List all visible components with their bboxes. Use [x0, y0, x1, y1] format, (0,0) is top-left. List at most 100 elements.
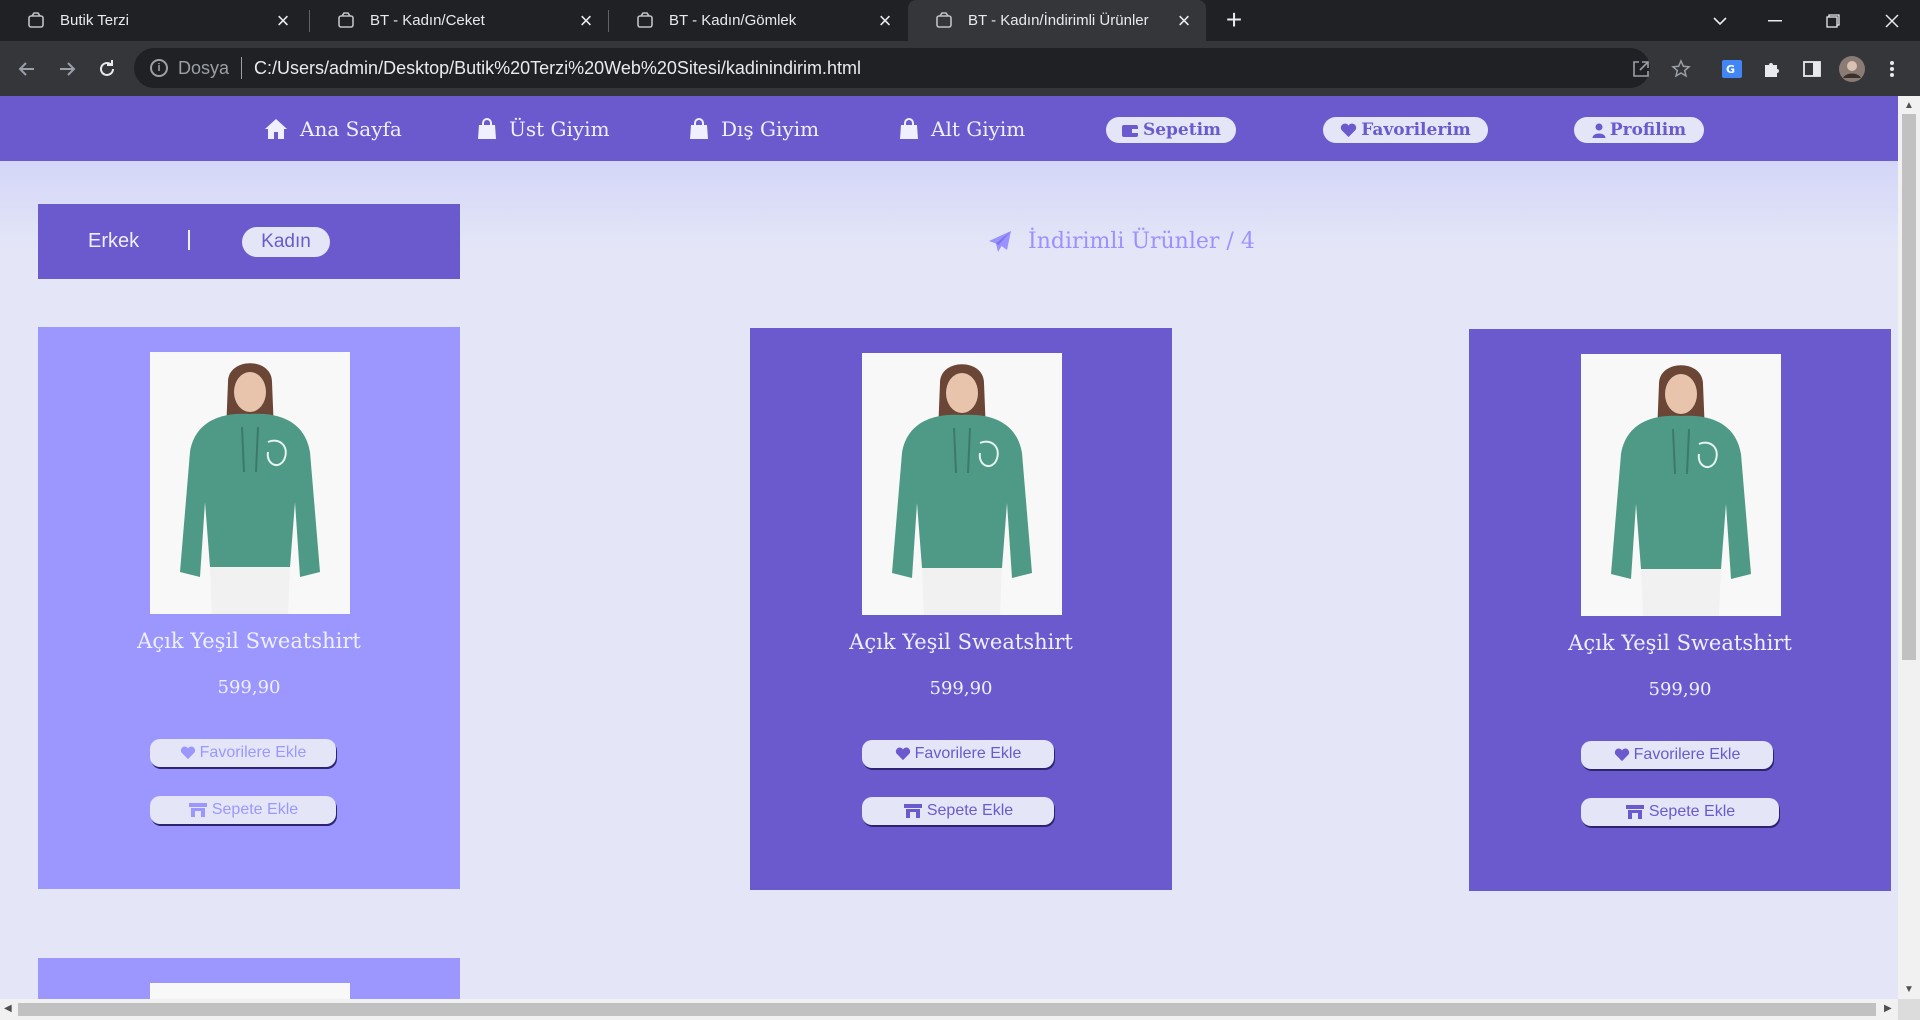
product-image[interactable] — [150, 983, 350, 999]
nav-favorites-label: Favorilerim — [1361, 120, 1471, 140]
translate-extension-icon[interactable]: G — [1718, 55, 1746, 83]
gender-switch: Erkek Kadın — [38, 204, 460, 279]
tab-close-icon[interactable]: × — [873, 8, 897, 33]
store-icon — [188, 802, 208, 818]
restore-icon[interactable] — [1805, 0, 1861, 41]
product-price: 599,90 — [217, 677, 281, 698]
site-navigation: Ana Sayfa Üst Giyim Dış Giyim Alt Giyim … — [0, 96, 1898, 161]
product-name[interactable]: Açık Yeşil Sweatshirt — [750, 630, 1172, 654]
add-to-favorites-button[interactable]: Favorilere Ekle — [862, 740, 1054, 768]
section-title-text: İndirimli Ürünler / 4 — [1028, 229, 1255, 254]
nav-outerwear[interactable]: Dış Giyim — [689, 96, 819, 161]
product-card[interactable]: Açık Yeşil Sweatshirt 599,90 Favorilere … — [750, 328, 1172, 890]
nav-bottoms[interactable]: Alt Giyim — [899, 96, 1025, 161]
site-info-icon[interactable]: i — [150, 59, 168, 77]
wallet-icon — [1121, 123, 1139, 138]
add-to-cart-button[interactable]: Sepete Ekle — [862, 797, 1054, 825]
scroll-right-arrow-icon[interactable]: ▶ — [1884, 1003, 1892, 1014]
tab-search-chevron-icon[interactable] — [1692, 0, 1748, 41]
scroll-left-arrow-icon[interactable]: ◀ — [4, 1003, 12, 1014]
product-card[interactable]: Açık Yeşil Sweatshirt 599,90 Favorilere … — [38, 327, 460, 889]
store-icon — [903, 803, 923, 819]
tab-kadin-ceket[interactable]: BT - Kadın/Ceket × — [310, 0, 608, 41]
nav-cart-button[interactable]: Sepetim — [1106, 117, 1236, 143]
add-to-cart-label: Sepete Ekle — [211, 801, 299, 818]
product-price: 599,90 — [929, 678, 993, 699]
reload-icon[interactable] — [91, 53, 123, 85]
profile-avatar[interactable] — [1838, 55, 1866, 83]
svg-text:G: G — [1726, 63, 1735, 76]
tab-kadin-gomlek[interactable]: BT - Kadın/Gömlek × — [609, 0, 907, 41]
tab-favicon-icon — [336, 11, 356, 31]
gender-erkek-link[interactable]: Erkek — [88, 230, 139, 253]
tab-close-icon[interactable]: × — [271, 8, 295, 33]
tab-kadin-indirimli[interactable]: BT - Kadın/İndirimli Ürünler × — [908, 0, 1206, 41]
tab-title: Butik Terzi — [60, 12, 129, 29]
nav-bottoms-label: Alt Giyim — [931, 116, 1026, 141]
address-url[interactable]: C:/Users/admin/Desktop/Butik%20Terzi%20W… — [254, 58, 861, 79]
user-icon — [1592, 123, 1606, 138]
address-bar[interactable]: i Dosya C:/Users/admin/Desktop/Butik%20T… — [134, 48, 1691, 88]
nav-cart-label: Sepetim — [1142, 120, 1222, 140]
tab-title: BT - Kadın/Gömlek — [669, 12, 797, 29]
scroll-down-arrow-icon[interactable]: ▼ — [1904, 984, 1914, 995]
nav-outerwear-label: Dış Giyim — [721, 116, 820, 141]
vertical-scrollbar[interactable]: ▲ ▼ — [1898, 96, 1920, 999]
main-content: Erkek Kadın İndirimli Ürünler / 4 Açık Y… — [0, 161, 1898, 999]
add-to-favorites-label: Favorilere Ekle — [199, 744, 307, 761]
nav-favorites-button[interactable]: Favorilerim — [1323, 117, 1488, 143]
heart-icon — [895, 747, 911, 761]
address-scheme-label: Dosya — [178, 57, 230, 78]
tab-butik-terzi[interactable]: Butik Terzi × — [0, 0, 305, 41]
tab-favicon-icon — [26, 11, 46, 31]
product-name[interactable]: Açık Yeşil Sweatshirt — [1469, 631, 1891, 655]
add-to-favorites-button[interactable]: Favorilere Ekle — [1581, 741, 1773, 769]
browser-menu-icon[interactable] — [1878, 55, 1906, 83]
tab-title: BT - Kadın/İndirimli Ürünler — [968, 12, 1149, 29]
browser-tab-strip: Butik Terzi × BT - Kadın/Ceket × BT - Ka… — [0, 0, 1920, 41]
add-to-cart-button[interactable]: Sepete Ekle — [150, 796, 336, 824]
add-to-favorites-label: Favorilere Ekle — [1633, 746, 1741, 763]
back-arrow-icon[interactable] — [11, 53, 43, 85]
horizontal-scrollbar[interactable]: ◀ ▶ — [0, 999, 1898, 1020]
new-tab-plus-icon[interactable]: + — [1218, 4, 1250, 36]
add-to-cart-label: Sepete Ekle — [926, 802, 1014, 819]
address-divider — [241, 57, 243, 79]
side-panel-icon[interactable] — [1798, 55, 1826, 83]
product-image[interactable] — [150, 352, 350, 614]
product-image[interactable] — [1581, 354, 1781, 616]
forward-arrow-icon[interactable] — [51, 53, 83, 85]
tab-close-icon[interactable]: × — [1172, 8, 1196, 33]
scroll-up-arrow-icon[interactable]: ▲ — [1904, 100, 1914, 111]
nav-profile-label: Profilim — [1609, 120, 1687, 140]
add-to-favorites-button[interactable]: Favorilere Ekle — [150, 739, 336, 767]
horizontal-scroll-thumb[interactable] — [18, 1003, 1876, 1016]
bookmark-star-icon[interactable] — [1670, 58, 1692, 80]
minimize-icon[interactable] — [1747, 0, 1803, 41]
share-icon[interactable] — [1630, 58, 1652, 80]
gender-kadin-link[interactable]: Kadın — [242, 227, 330, 257]
close-window-icon[interactable] — [1864, 0, 1920, 41]
heart-icon — [180, 746, 196, 760]
add-to-cart-button[interactable]: Sepete Ekle — [1581, 798, 1779, 826]
vertical-scroll-thumb[interactable] — [1902, 114, 1916, 660]
nav-tops[interactable]: Üst Giyim — [477, 96, 610, 161]
nav-tops-label: Üst Giyim — [509, 116, 610, 141]
extensions-puzzle-icon[interactable] — [1758, 55, 1786, 83]
nav-home[interactable]: Ana Sayfa — [264, 96, 402, 161]
nav-profile-button[interactable]: Profilim — [1574, 117, 1704, 143]
product-card[interactable] — [38, 958, 460, 999]
product-card[interactable]: Açık Yeşil Sweatshirt 599,90 Favorilere … — [1469, 329, 1891, 891]
tab-title: BT - Kadın/Ceket — [370, 12, 485, 29]
heart-icon — [1340, 123, 1357, 138]
product-image[interactable] — [862, 353, 1062, 615]
product-price: 599,90 — [1648, 679, 1712, 700]
shopping-bag-icon — [477, 117, 497, 140]
add-to-cart-label: Sepete Ekle — [1648, 803, 1736, 820]
product-name[interactable]: Açık Yeşil Sweatshirt — [38, 629, 460, 653]
browser-toolbar: i Dosya C:/Users/admin/Desktop/Butik%20T… — [0, 41, 1920, 96]
section-title: İndirimli Ürünler / 4 — [988, 229, 1255, 254]
home-icon — [264, 118, 288, 140]
tab-close-icon[interactable]: × — [574, 8, 598, 33]
scrollbar-corner — [1898, 999, 1920, 1020]
